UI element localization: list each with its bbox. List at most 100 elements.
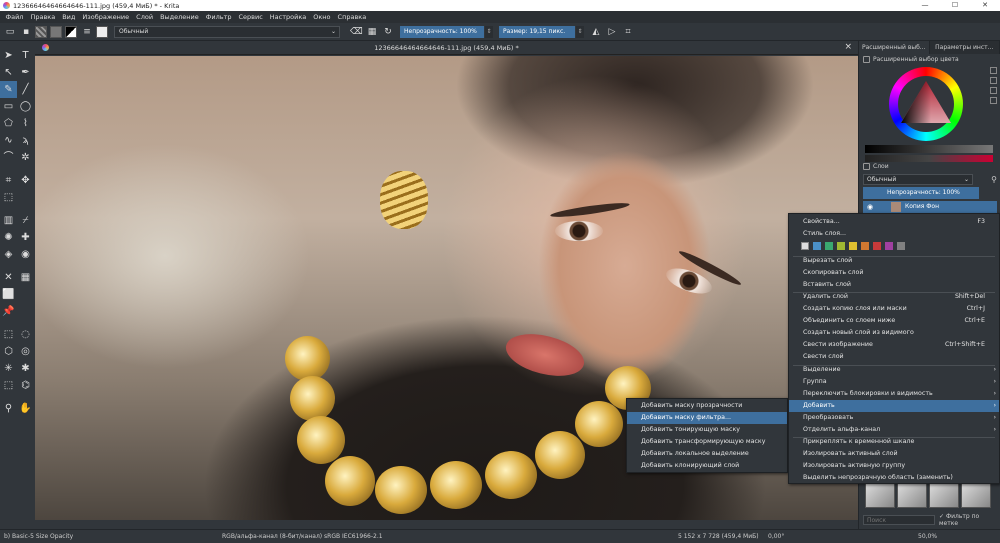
new-document-icon[interactable]: ▭ <box>4 26 16 38</box>
menu-item-convert[interactable]: Преобразовать › <box>789 412 999 424</box>
size-slider[interactable]: Размер: 19,15 пикс. <box>499 25 575 38</box>
mirror-horizontal-icon[interactable]: ◭ <box>590 26 602 38</box>
color-label-swatch[interactable] <box>885 242 893 250</box>
color-pattern-icon[interactable] <box>990 87 997 94</box>
assistant-tool-icon[interactable]: ✕ <box>0 269 17 286</box>
menu-item-cut-layer[interactable]: Вырезать слой <box>789 255 999 267</box>
edit-shapes-tool-icon[interactable]: ↖ <box>0 64 17 81</box>
menu-image[interactable]: Изображение <box>79 13 133 21</box>
gradient-tool-icon[interactable]: ▥ <box>0 212 17 229</box>
color-label-swatch[interactable] <box>897 242 905 250</box>
edit-brush-icon[interactable]: ≡ <box>81 26 93 38</box>
menu-item-pin-to-timeline[interactable]: Прикреплять к временной шкале <box>789 436 999 448</box>
menu-select[interactable]: Выделение <box>157 13 203 21</box>
pin-tool-icon[interactable]: 📌 <box>0 303 17 320</box>
color-label-swatch[interactable] <box>861 242 869 250</box>
reference-images-tool-icon[interactable]: ⬜ <box>0 286 17 303</box>
bezier-selection-icon[interactable]: ⬚ <box>0 377 17 394</box>
pattern-swatch[interactable] <box>50 25 62 38</box>
layers-opacity-slider[interactable]: Непрозрачность: 100% <box>863 187 979 199</box>
select-shapes-tool-icon[interactable]: ➤ <box>0 47 17 64</box>
elliptical-selection-icon[interactable]: ◌ <box>17 326 34 343</box>
ellipse-tool-icon[interactable]: ◯ <box>17 98 34 115</box>
freehand-path-tool-icon[interactable]: ϡ <box>17 132 34 149</box>
pan-tool-icon[interactable]: ✋ <box>17 400 34 417</box>
menu-item-remove-layer[interactable]: Удалить слой Shift+Del <box>789 291 999 303</box>
submenu-item-local-selection[interactable]: Добавить локальное выделение <box>627 448 787 460</box>
menu-item-selection[interactable]: Выделение › <box>789 364 999 376</box>
freehand-selection-icon[interactable]: ◎ <box>17 343 34 360</box>
smart-patch-tool-icon[interactable]: ✚ <box>17 229 34 246</box>
menu-view[interactable]: Вид <box>59 13 79 21</box>
menu-item-group[interactable]: Группа › <box>789 376 999 388</box>
transform-tool-icon[interactable]: ⬚ <box>0 189 17 206</box>
color-label-swatch[interactable] <box>813 242 821 250</box>
rectangle-tool-icon[interactable]: ▭ <box>0 98 17 115</box>
size-spin-icon[interactable]: ⇕ <box>576 25 584 38</box>
menu-item-toggle-locks[interactable]: Переключить блокировки и видимость › <box>789 388 999 400</box>
polygon-tool-icon[interactable]: ⬠ <box>0 115 17 132</box>
color-label-swatch[interactable] <box>837 242 845 250</box>
opacity-spin-icon[interactable]: ⇕ <box>485 25 493 38</box>
menu-item-add[interactable]: Добавить › <box>789 400 999 412</box>
crop-tool-icon[interactable]: ⌗ <box>0 172 17 189</box>
dynamic-brush-tool-icon[interactable]: ⌒ <box>0 149 17 166</box>
menu-help[interactable]: Справка <box>334 13 370 21</box>
status-zoom[interactable]: 50,0% <box>918 533 937 540</box>
save-icon[interactable]: ▪ <box>20 26 32 38</box>
color-selector[interactable] <box>859 65 1000 162</box>
brush-search-input[interactable] <box>863 515 935 525</box>
submenu-item-transform-mask[interactable]: Добавить трансформирующую маску <box>627 436 787 448</box>
preserve-alpha-icon[interactable]: ▦ <box>366 26 378 38</box>
minimize-button[interactable]: — <box>910 0 940 11</box>
menu-file[interactable]: Файл <box>2 13 27 21</box>
layers-docker-icon[interactable] <box>863 163 870 170</box>
menu-item-select-opaque[interactable]: Выделить непрозрачную область (заменить) <box>789 472 999 484</box>
measure-tool-icon[interactable]: ▦ <box>17 269 34 286</box>
brush-preset[interactable] <box>929 482 959 508</box>
menu-tools[interactable]: Сервис <box>235 13 266 21</box>
polygonal-selection-icon[interactable]: ⬡ <box>0 343 17 360</box>
menu-window[interactable]: Окно <box>310 13 334 21</box>
maximize-button[interactable]: ☐ <box>940 0 970 11</box>
wrap-around-icon[interactable]: ⌗ <box>622 26 634 38</box>
brush-preset[interactable] <box>897 482 927 508</box>
menu-item-isolate-group[interactable]: Изолировать активную группу <box>789 460 999 472</box>
polyline-tool-icon[interactable]: ⌇ <box>17 115 34 132</box>
tab-tool-options[interactable]: Параметры инст... <box>929 41 1000 54</box>
gray-history-strip[interactable] <box>865 145 993 153</box>
menu-item-properties[interactable]: Свойства... F3 <box>789 216 999 228</box>
menu-layer[interactable]: Слой <box>133 13 157 21</box>
status-rotation[interactable]: 0,00° <box>768 533 784 540</box>
menu-filter[interactable]: Фильтр <box>202 13 235 21</box>
menu-edit[interactable]: Правка <box>27 13 59 21</box>
brush-preset[interactable] <box>865 482 895 508</box>
menu-item-flatten-image[interactable]: Свести изображение Ctrl+Shift+E <box>789 339 999 351</box>
submenu-item-transparency-mask[interactable]: Добавить маску прозрачности <box>627 400 787 412</box>
fg-bg-color-swatch[interactable] <box>65 25 77 38</box>
rectangular-selection-icon[interactable]: ⬚ <box>0 326 17 343</box>
menu-item-copy-layer[interactable]: Скопировать слой <box>789 267 999 279</box>
enclose-fill-tool-icon[interactable]: ◉ <box>17 246 34 263</box>
menu-settings[interactable]: Настройка <box>266 13 309 21</box>
opacity-slider[interactable]: Непрозрачность: 100% <box>400 25 484 38</box>
zoom-tool-icon[interactable]: ⚲ <box>0 400 17 417</box>
color-label-swatch[interactable] <box>873 242 881 250</box>
submenu-item-clone-layer[interactable]: Добавить клонирующий слой <box>627 460 787 472</box>
eraser-mode-icon[interactable]: ⌫ <box>350 26 363 38</box>
menu-item-paste-layer[interactable]: Вставить слой <box>789 279 999 291</box>
layers-blend-select[interactable]: Обычный ⌄ <box>863 174 973 185</box>
bezier-tool-icon[interactable]: ∿ <box>0 132 17 149</box>
color-label-swatch[interactable] <box>825 242 833 250</box>
freehand-brush-tool-icon[interactable]: ✎ <box>0 81 17 98</box>
menu-item-flatten-layer[interactable]: Свести слой <box>789 351 999 363</box>
docker-settings-icon[interactable] <box>863 56 870 63</box>
multibrush-tool-icon[interactable]: ✲ <box>17 149 34 166</box>
tab-advanced-color-selector[interactable]: Расширенный выб... <box>859 41 930 54</box>
colorize-mask-tool-icon[interactable]: ✺ <box>0 229 17 246</box>
menu-item-split-alpha[interactable]: Отделить альфа-канал › <box>789 424 999 436</box>
close-document-icon[interactable]: × <box>844 42 852 52</box>
fill-tool-icon[interactable]: ◈ <box>0 246 17 263</box>
move-tool-icon[interactable]: ✥ <box>17 172 34 189</box>
layer-row[interactable]: ◉ Копия Фон <box>863 201 997 213</box>
